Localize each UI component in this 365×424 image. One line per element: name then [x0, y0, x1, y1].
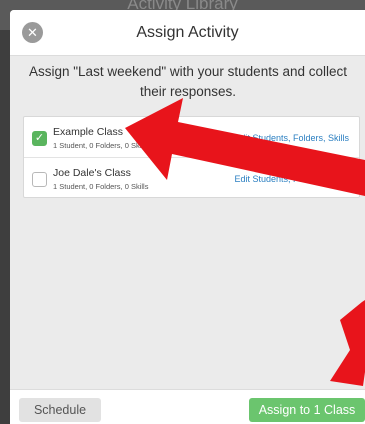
class-checkbox-joe-dales-class[interactable] [32, 172, 47, 187]
assign-activity-modal: ✕ Assign Activity Assign "Last weekend" … [10, 10, 365, 424]
assign-instructions: Assign "Last weekend" with your students… [28, 64, 347, 99]
schedule-button[interactable]: Schedule [19, 398, 101, 422]
modal-title: Assign Activity [136, 24, 239, 41]
modal-footer: Schedule Assign to 1 Class [10, 389, 365, 424]
class-meta: 1 Student, 0 Folders, 0 Skills [53, 182, 149, 191]
edit-class-link[interactable]: Edit Students, Folders, Skills [234, 174, 349, 184]
assign-button[interactable]: Assign to 1 Class [249, 398, 365, 422]
class-name: Joe Dale's Class [53, 167, 131, 179]
check-icon: ✓ [34, 132, 45, 144]
class-meta: 1 Student, 0 Folders, 0 Skills [53, 141, 149, 150]
class-row-example-class[interactable]: ✓ Example Class 1 Student, 0 Folders, 0 … [24, 117, 359, 157]
class-row-joe-dales-class[interactable]: Joe Dale's Class 1 Student, 0 Folders, 0… [24, 157, 359, 197]
modal-header: ✕ Assign Activity [10, 10, 365, 56]
class-checkbox-example-class[interactable]: ✓ [32, 131, 47, 146]
class-name: Example Class [53, 126, 124, 138]
edit-class-link[interactable]: Edit Students, Folders, Skills [234, 133, 349, 143]
class-list: ✓ Example Class 1 Student, 0 Folders, 0 … [23, 116, 360, 198]
background-left-edge [0, 30, 10, 424]
